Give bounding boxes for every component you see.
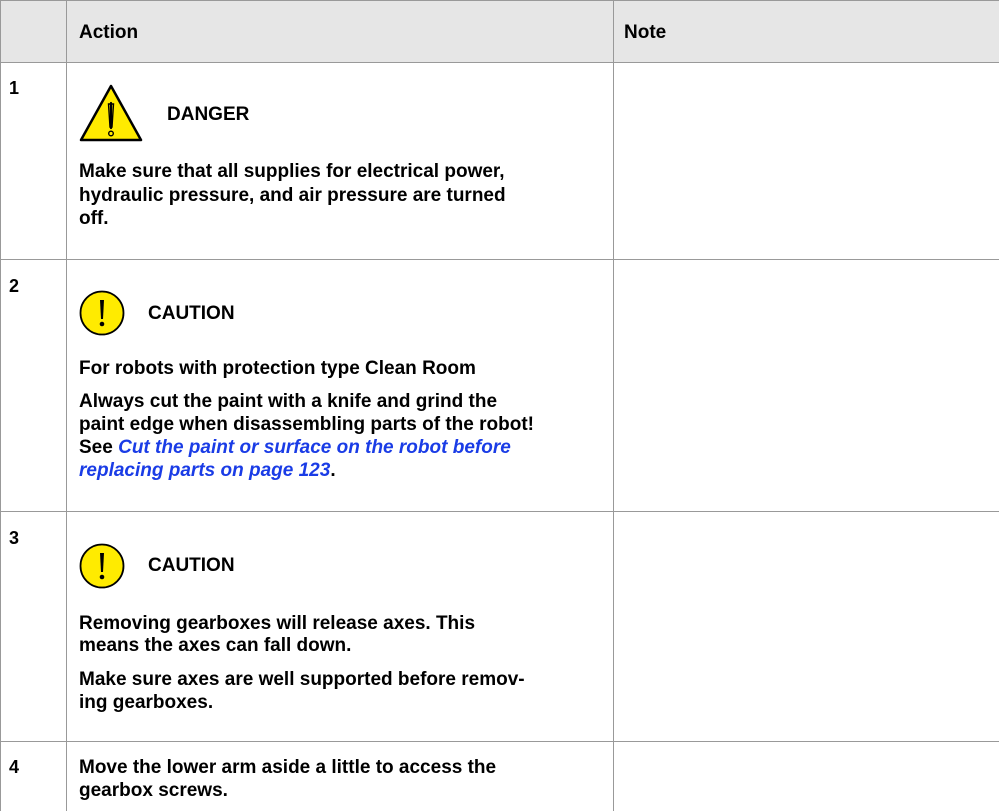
action-line: hydraulic pressure, and air pressure are… [79, 185, 506, 206]
cross-reference-link[interactable]: replacing parts on page 123 [79, 460, 330, 481]
column-divider [0, 0, 1, 811]
caution-exclamation-icon [79, 543, 125, 589]
warning-triangle-icon [79, 84, 143, 142]
row-divider [0, 62, 999, 63]
table-border-top [0, 0, 999, 1]
action-line: means the axes can fall down. [79, 635, 352, 656]
row-divider [0, 511, 999, 512]
column-divider [66, 0, 67, 811]
column-divider [613, 0, 614, 811]
cross-reference-link[interactable]: Cut the paint or surface on the robot be… [118, 437, 511, 458]
action-line-with-link: replacing parts on page 123. [79, 459, 336, 482]
action-line: Make sure that all supplies for electric… [79, 161, 505, 182]
link-suffix: . [330, 460, 336, 481]
danger-label: DANGER [167, 104, 250, 125]
header-note: Note [624, 22, 667, 43]
action-line: off. [79, 208, 109, 229]
step-number: 2 [9, 276, 20, 296]
see-prefix: See [79, 437, 119, 458]
action-line: ing gearboxes. [79, 692, 214, 713]
subheading: For robots with protection type Clean Ro… [79, 358, 476, 379]
action-line: Make sure axes are well supported before… [79, 669, 525, 690]
row-divider [0, 259, 999, 260]
caution-exclamation-icon [79, 290, 125, 336]
step-number: 1 [9, 78, 20, 98]
action-line: gearbox screws. [79, 780, 228, 801]
procedure-table: Action Note 1 DANGER Make sure that all … [0, 0, 999, 811]
action-line: Move the lower arm aside a little to acc… [79, 757, 497, 778]
action-line-with-link: See Cut the paint or surface on the robo… [79, 436, 511, 459]
row-divider [0, 741, 999, 742]
action-line: paint edge when disassembling parts of t… [79, 414, 534, 435]
caution-label: CAUTION [148, 303, 235, 324]
caution-label: CAUTION [148, 555, 235, 576]
header-action: Action [79, 22, 139, 43]
table-header-row [0, 0, 999, 62]
step-number: 4 [9, 757, 20, 777]
action-line: Removing gearboxes will release axes. Th… [79, 613, 476, 634]
action-line: Always cut the paint with a knife and gr… [79, 391, 498, 412]
step-number: 3 [9, 528, 20, 548]
